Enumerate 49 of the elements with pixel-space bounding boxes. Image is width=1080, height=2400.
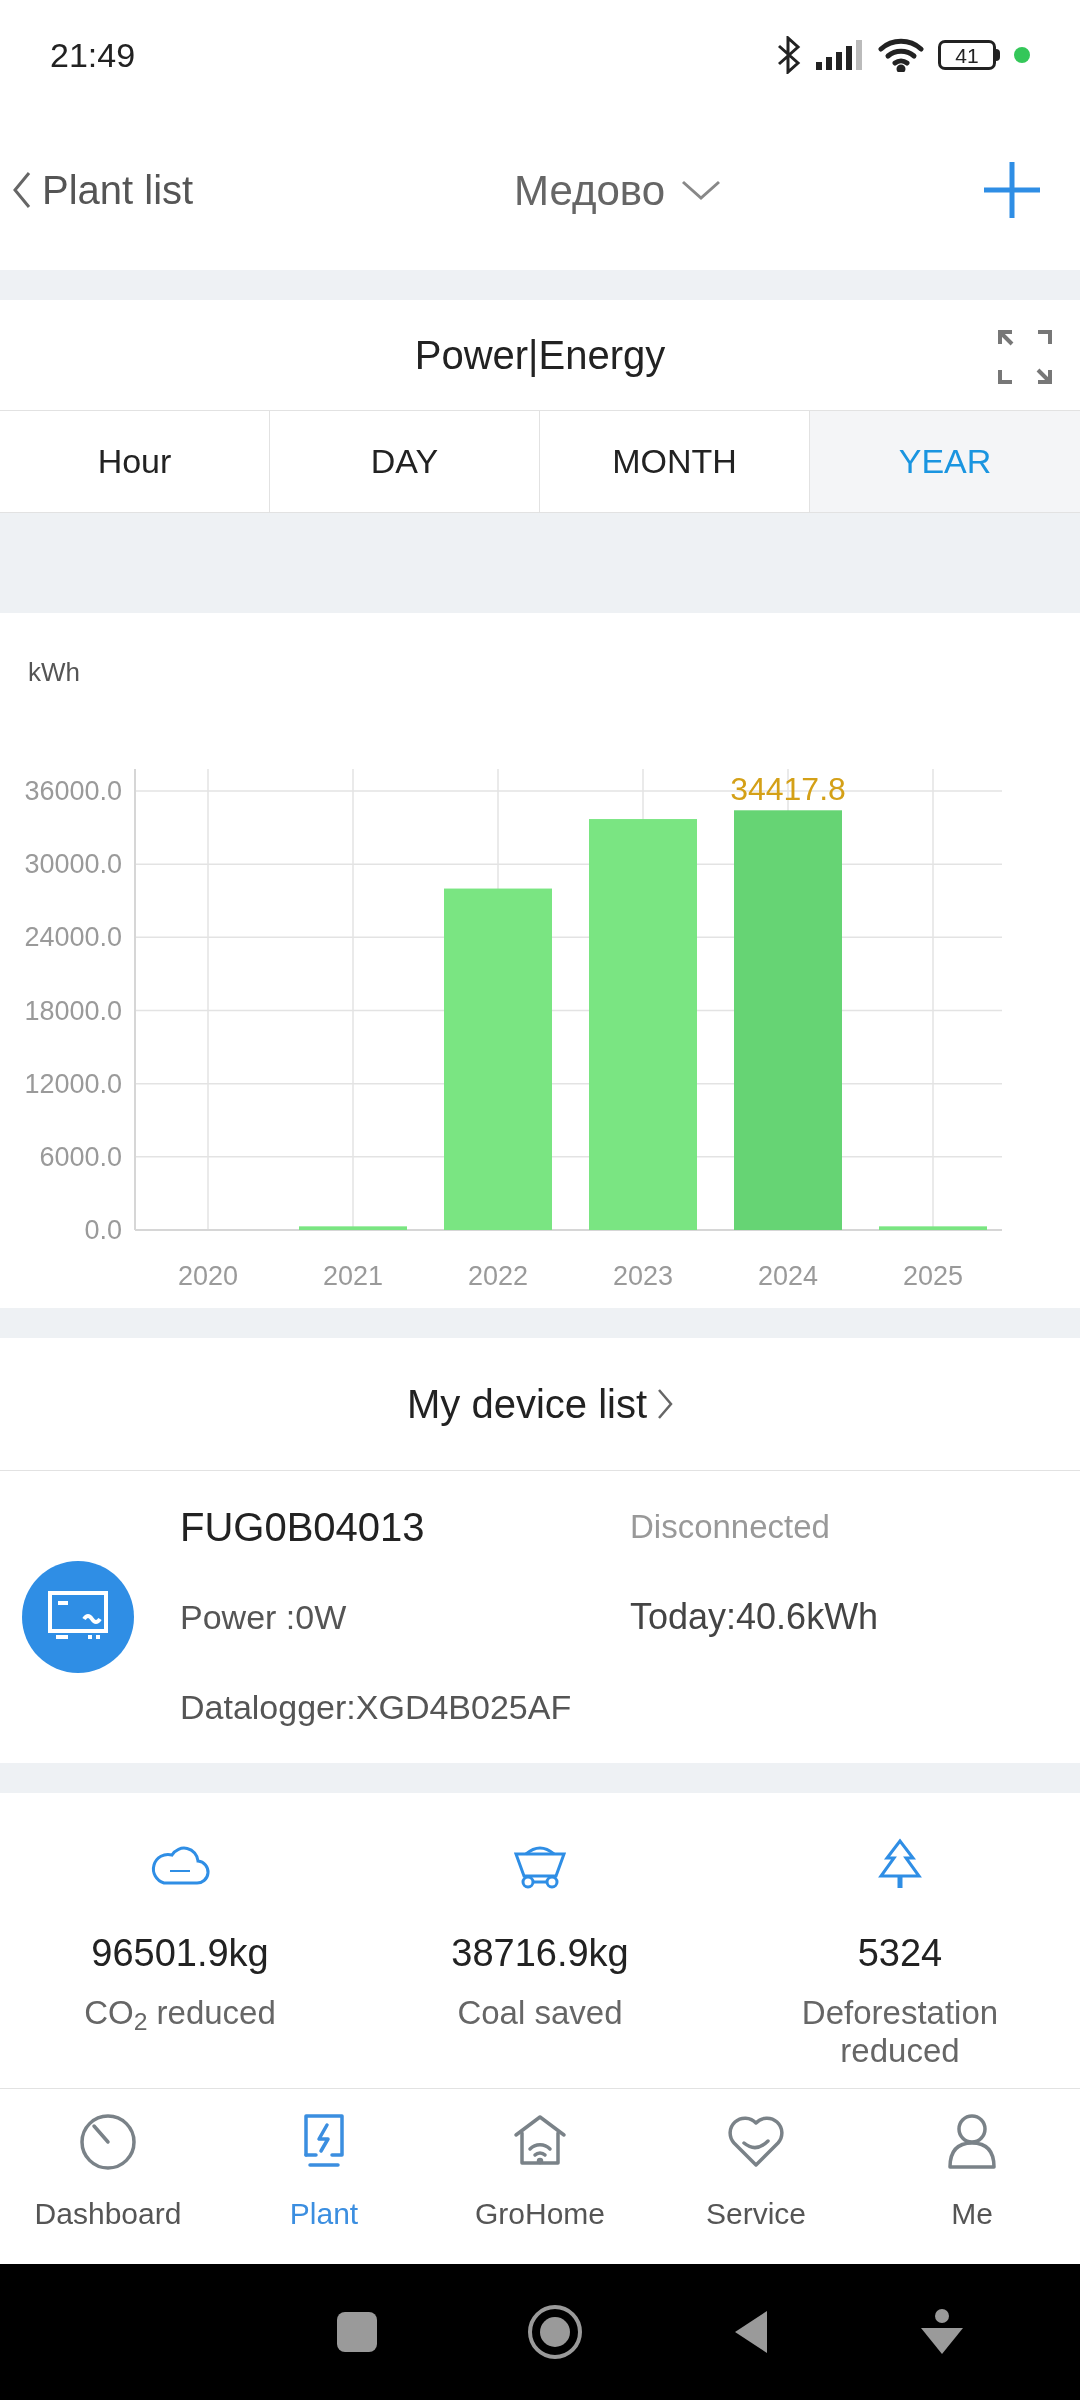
panel-title: Power|Energy (414, 332, 666, 379)
back-button[interactable]: Plant list (12, 160, 194, 220)
chevron-right-icon (657, 1388, 674, 1420)
stat-value: 38716.9kg (451, 1931, 629, 1976)
wifi-icon (878, 38, 924, 72)
device-row[interactable]: FUG0B04013 Disconnected Power :0W Today:40.6kWh Datalogger:XGD4B025AF (0, 1471, 1080, 1763)
plant-selector[interactable]: Медово (514, 158, 722, 222)
bluetooth-icon (776, 36, 802, 74)
stat-label: Coal saved (456, 1994, 624, 2032)
recents-icon[interactable] (337, 2312, 377, 2352)
device-datalogger: Datalogger:XGD4B025AF (180, 1687, 573, 1728)
axis-tick-label: 30000.0 (24, 849, 122, 880)
signal-icon (816, 40, 864, 70)
stat-label: Deforestation reduced (800, 1994, 1000, 2070)
axis-tick-label: 24000.0 (24, 922, 122, 953)
stat-value: 96501.9kg (91, 1931, 269, 1976)
fullscreen-icon (998, 330, 1052, 384)
device-today: Today:40.6kWh (630, 1595, 880, 1639)
stat-label: CO$_{2}$ reduced (83, 1994, 277, 2032)
nav-tab[interactable]: Dashboard (0, 2089, 216, 2264)
nav-tab[interactable]: Service (648, 2089, 864, 2264)
chevron-left-icon (12, 171, 32, 209)
axis-tick-label: 2023 (612, 1261, 674, 1291)
timer-icon (78, 2111, 138, 2171)
axis-tick-label: 12000.0 (24, 1068, 122, 1099)
chevron-down-icon (681, 179, 722, 201)
plus-icon (984, 162, 1040, 218)
axis-tick-label: 2025 (902, 1261, 964, 1291)
axis-tick-label: 2024 (757, 1261, 819, 1291)
device-list-link[interactable]: My device list (406, 1374, 674, 1434)
axis-tick-label: 36000.0 (24, 776, 122, 806)
axis-tick-label: 6000.0 (39, 1141, 122, 1172)
axis-tick-label: 0.0 (84, 1215, 122, 1245)
axis-tick-label: 2021 (322, 1261, 384, 1291)
axis-unit: kWh (28, 657, 80, 687)
back-icon[interactable] (733, 2309, 769, 2355)
axis-tick-label: 18000.0 (24, 995, 122, 1026)
device-status: Disconnected (630, 1507, 831, 1547)
nav-tab[interactable]: GroHome (432, 2089, 648, 2264)
nav-tab[interactable]: Me (864, 2089, 1080, 2264)
stat-value: 5324 (857, 1931, 943, 1976)
device-name: FUG0B04013 (180, 1504, 426, 1551)
data-label: 34417.8 (730, 771, 846, 808)
status-time: 21:49 (50, 34, 136, 76)
axis-tick-label: 2020 (177, 1261, 239, 1291)
assistant-icon[interactable] (919, 2308, 965, 2356)
device-power: Power :0W (180, 1597, 348, 1638)
home-icon[interactable] (527, 2304, 583, 2360)
axis-tick-label: 2022 (467, 1261, 529, 1291)
